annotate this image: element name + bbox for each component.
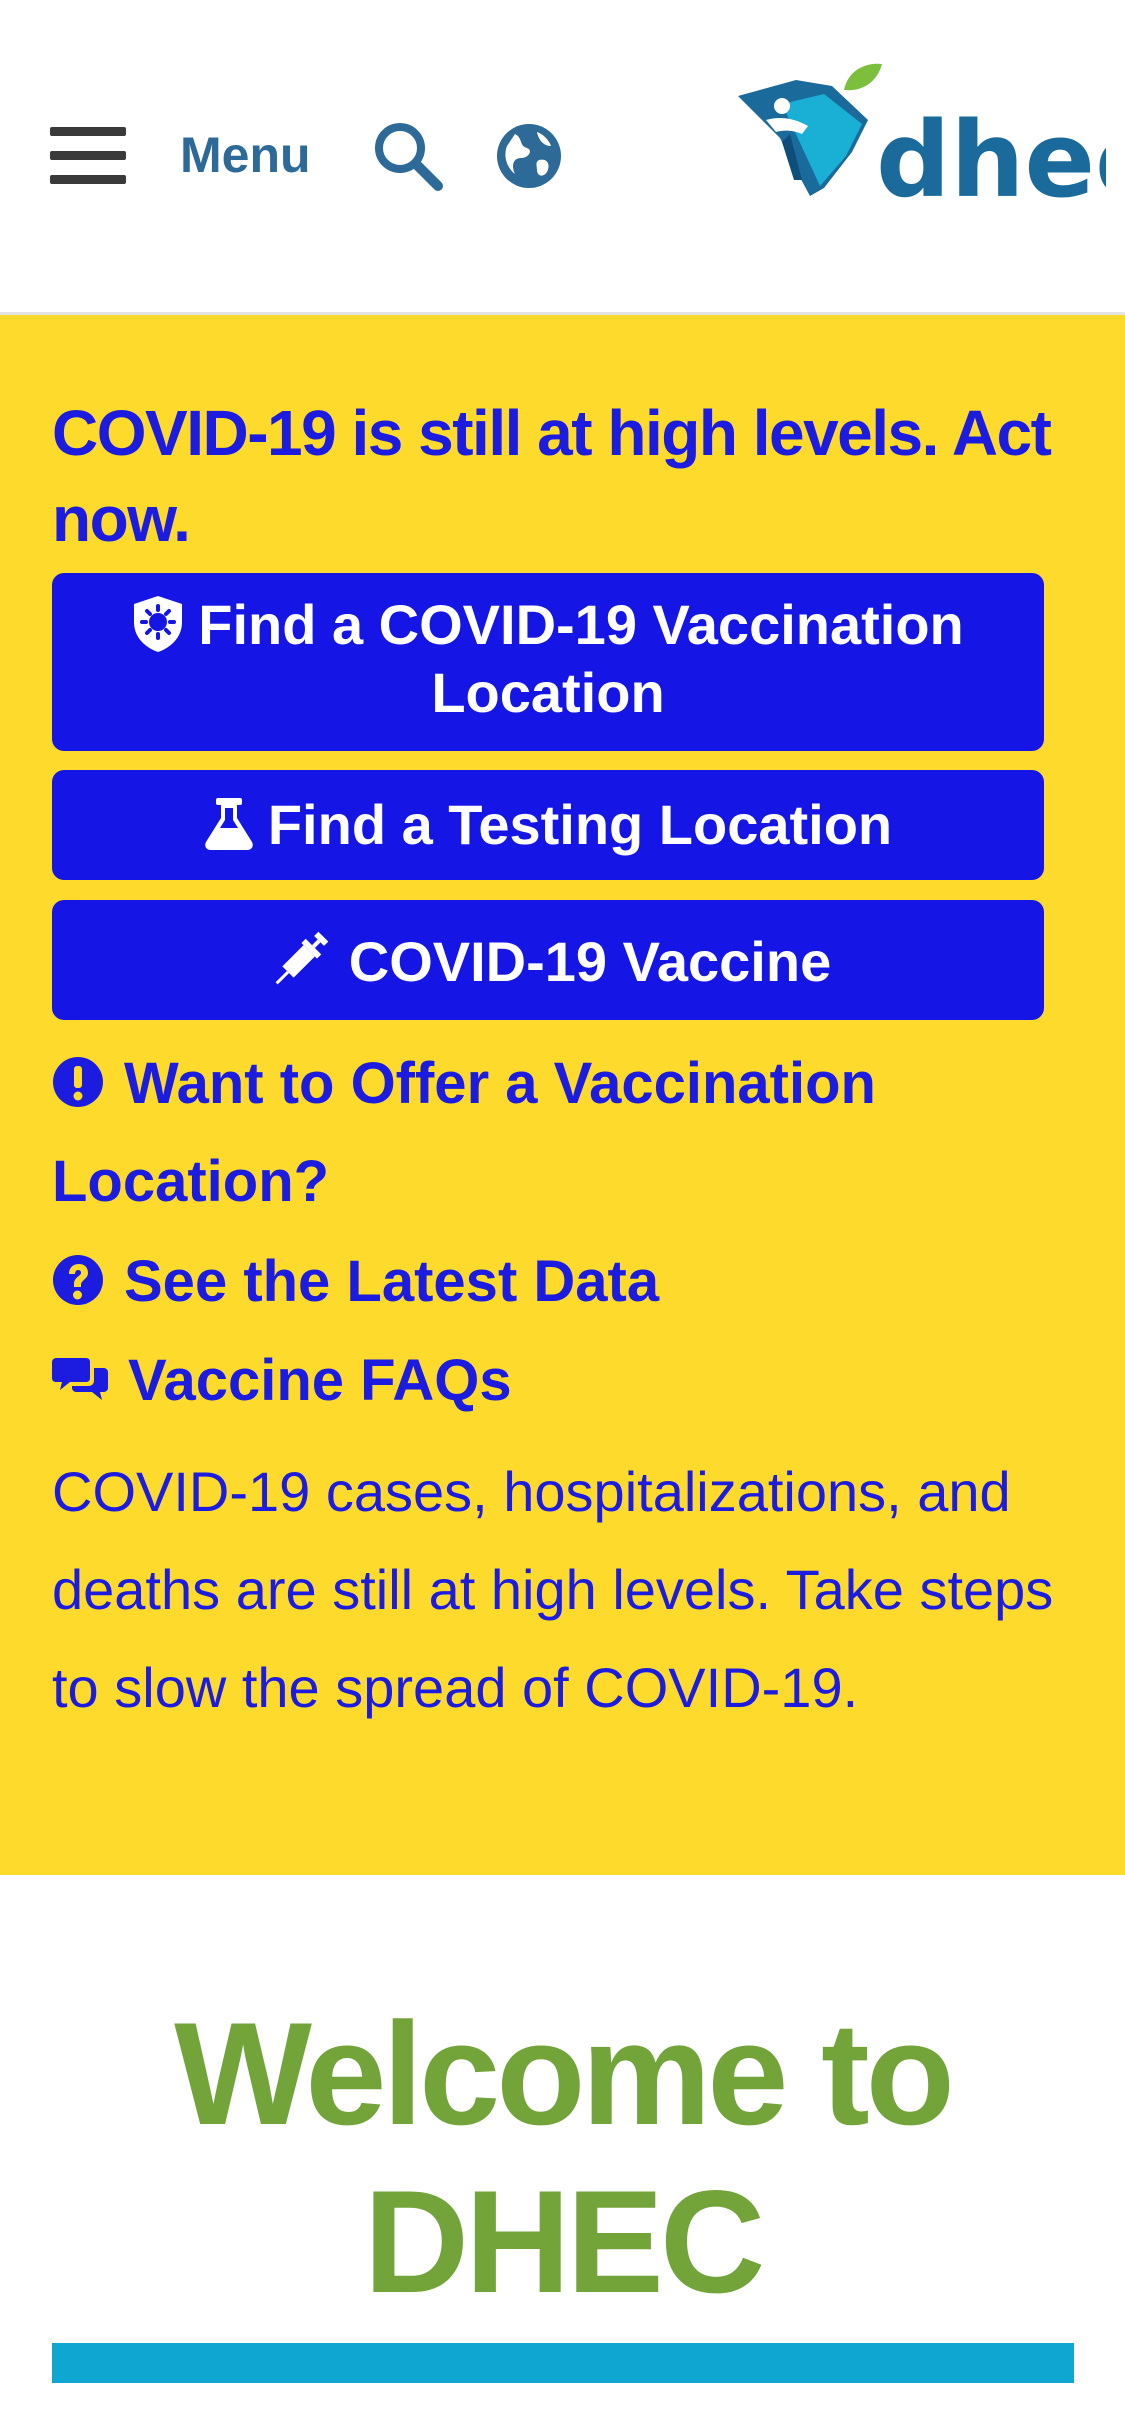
vaccine-faqs-label: Vaccine FAQs (128, 1348, 512, 1413)
dhec-logo[interactable]: dhec (736, 60, 1125, 221)
menu-button[interactable]: Menu (180, 123, 311, 187)
find-vaccination-location-button[interactable]: Find a COVID-19 Vaccination Location (52, 573, 1044, 751)
covid-vaccine-button[interactable]: COVID-19 Vaccine (52, 900, 1044, 1020)
site-header: Menu dhec (0, 0, 1125, 315)
alert-body-text: COVID-19 cases, hospitalizations, and de… (52, 1460, 1054, 1719)
search-icon[interactable] (372, 120, 444, 192)
syringe-icon (275, 931, 329, 985)
question-circle-icon (53, 1254, 103, 1305)
hamburger-menu-icon[interactable] (50, 123, 126, 187)
offer-vaccination-location-label: Want to Offer a Vaccination Location? (52, 1051, 876, 1214)
covid-alert-banner: COVID-19 is still at high levels. Act no… (0, 315, 1125, 1875)
comments-icon (52, 1357, 108, 1400)
latest-data-link[interactable]: See the Latest Data (52, 1233, 1072, 1331)
covid-vaccine-label: COVID-19 Vaccine (348, 930, 832, 993)
alert-heading: COVID-19 is still at high levels. Act no… (52, 397, 1052, 555)
find-testing-location-label: Find a Testing Location (267, 793, 893, 856)
latest-data-label: See the Latest Data (124, 1249, 660, 1314)
find-testing-location-button[interactable]: Find a Testing Location (52, 770, 1044, 880)
exclamation-circle-icon (53, 1056, 103, 1107)
accent-divider-bar (52, 2343, 1074, 2383)
shield-virus-icon (134, 596, 183, 653)
offer-vaccination-location-link[interactable]: Want to Offer a Vaccination Location? (52, 1035, 1072, 1231)
globe-icon[interactable] (493, 120, 565, 192)
welcome-title: Welcome to DHEC (174, 1992, 955, 2323)
logo-wordmark: dhec (876, 99, 1106, 210)
vaccine-faqs-link[interactable]: Vaccine FAQs (52, 1332, 1072, 1430)
flask-icon (205, 798, 253, 851)
find-vaccination-location-label: Find a COVID-19 Vaccination Location (198, 593, 964, 724)
